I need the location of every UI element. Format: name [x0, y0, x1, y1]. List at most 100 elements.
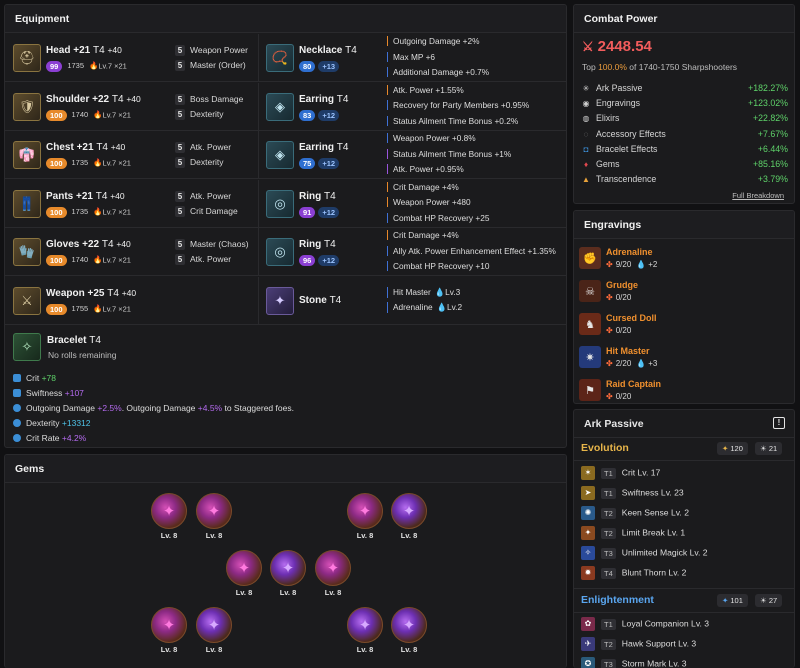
gloves-armor-icon[interactable]: 🧤: [13, 238, 41, 266]
cooldown-gem-icon: ✦: [347, 607, 383, 643]
item-advanced-honing: +40: [110, 190, 125, 201]
ring-icon[interactable]: ◎: [266, 238, 294, 266]
effect-text: Ally Atk. Power Enhancement Effect +1.35…: [393, 245, 556, 256]
ring-icon[interactable]: ◎: [266, 189, 294, 218]
accessory-earring[interactable]: ◈ Earring T4 75 +12 Weapon Power +0.8% Status…: [259, 131, 566, 179]
engraving-raid-captain[interactable]: ⚑ Raid Captain ✤ 0/20: [579, 376, 789, 403]
earring-icon[interactable]: ◈: [266, 141, 294, 169]
engraving-level: ✤ 9/20 💧 +2: [606, 260, 657, 269]
bracelet-icon[interactable]: ✧: [13, 333, 41, 361]
elixir-mod-label: Atk. Power: [190, 190, 232, 201]
cp-row-value: +6.44%: [757, 143, 788, 154]
armor-pants[interactable]: 👖 Pants +21 T4 +40 100 1735 🔥Lv.7 ×21 5 Atk. P…: [5, 179, 259, 228]
ark-node[interactable]: ➤ T1 Swiftness Lv. 23: [581, 486, 787, 504]
reroll-icon: [13, 404, 21, 412]
gem[interactable]: ✦ Lv. 8: [149, 607, 189, 655]
ark-node[interactable]: ✦ T2 Limit Break Lv. 1: [581, 526, 787, 544]
accessory-name: Ring T4: [299, 191, 336, 202]
earring-icon[interactable]: ◈: [266, 92, 294, 121]
quality-badge: 96: [299, 255, 316, 266]
chest-armor-icon[interactable]: 👘: [13, 141, 41, 169]
armor-shoulder[interactable]: 🛡 Shoulder +22 T4 +40 100 1740 🔥Lv.7 ×21 5 Bos…: [5, 82, 259, 131]
gem[interactable]: ✦ Lv. 8: [194, 607, 234, 655]
full-breakdown-link[interactable]: Full Breakdown: [732, 191, 784, 200]
gem[interactable]: ✦ Lv. 8: [389, 607, 429, 655]
ark-node-icon: ✿: [581, 617, 595, 631]
quality-badge: 100: [46, 158, 67, 169]
gem[interactable]: ✦ Lv. 8: [389, 493, 429, 541]
damage-gem-icon: ✦: [347, 493, 383, 529]
cp-row-value: +7.67%: [757, 128, 788, 139]
accessory-effect: Combat HP Recovery +10: [387, 261, 566, 271]
armor-chest[interactable]: 👘 Chest +21 T4 +40 100 1735 🔥Lv.7 ×21 5 Atk. P…: [5, 131, 259, 179]
stat-value: +13312: [61, 418, 91, 428]
engravings-icon: ◉: [582, 99, 590, 109]
ark-node-text: Loyal Companion Lv. 3: [621, 618, 710, 629]
armor-head[interactable]: ⛑ Head +21 T4 +40 99 1735 🔥Lv.7 ×21 5 Weapon P…: [5, 34, 259, 82]
shoulder-armor-icon[interactable]: 🛡: [13, 92, 41, 121]
engraving-grudge[interactable]: ☠ Grudge ✤ 0/20: [579, 277, 789, 309]
ark-node[interactable]: ✪ T3 Storm Mark Lv. 3: [581, 657, 787, 668]
effect-text: Crit Damage +4%: [393, 230, 459, 240]
accessory-tier: T4: [329, 294, 342, 306]
ark-node[interactable]: ✿ T1 Loyal Companion Lv. 3: [581, 617, 787, 635]
elixir-mod-level: 5: [175, 205, 185, 217]
gem[interactable]: ✦ Lv. 8: [345, 607, 385, 655]
engraving-cursed-doll[interactable]: ♞ Cursed Doll ✤ 0/20: [579, 310, 789, 342]
equipment-title: Equipment: [5, 5, 566, 33]
ark-node[interactable]: ✹ T4 Blunt Thorn Lv. 2: [581, 566, 787, 584]
engravings-title: Engravings: [574, 211, 794, 239]
ark-node[interactable]: ✺ T2 Keen Sense Lv. 2: [581, 506, 787, 524]
hit-master-icon: ✷: [579, 346, 601, 368]
pants-armor-icon[interactable]: 👖: [13, 189, 41, 218]
head-armor-icon[interactable]: ⛑: [13, 44, 41, 72]
quality-badge: 100: [46, 255, 67, 266]
gem[interactable]: ✦ Lv. 8: [268, 550, 308, 598]
elixir-mod-level: 5: [175, 157, 185, 168]
warning-icon[interactable]: !: [773, 417, 785, 429]
evolution-points: ✦ 120: [717, 442, 748, 455]
accessory-meta: 80 +13: [299, 61, 340, 72]
ark-node[interactable]: ✧ T3 Unlimited Magick Lv. 2: [581, 546, 787, 564]
sun-icon: ☀: [760, 444, 769, 453]
accessory-necklace[interactable]: 📿 Necklace T4 80 +13 Outgoing Damage +2% Max …: [259, 34, 566, 82]
gem[interactable]: ✦ Lv. 8: [313, 550, 353, 598]
engraving-progress: 0/20: [615, 326, 632, 335]
stone-icon[interactable]: ✦: [266, 286, 294, 315]
accessory-tier: T4: [336, 93, 349, 105]
necklace-icon[interactable]: 📿: [266, 44, 294, 72]
evolution-level: ☀ 21: [755, 442, 783, 455]
accessory-earring[interactable]: ◈ Earring T4 83 +12 Atk. Power +1.55% Recover…: [259, 83, 566, 131]
accessory-stone[interactable]: ✦ Stone T4 Hit Master 💧Lv.3 Adrenaline 💧Lv.2: [259, 277, 566, 325]
engraving-name: Cursed Doll: [606, 313, 657, 323]
accessory-name: Necklace T4: [299, 45, 357, 56]
bracelet-stat: Dexterity +13312: [13, 418, 91, 428]
gem[interactable]: ✦ Lv. 8: [149, 493, 189, 541]
ark-node-tier: T1: [601, 487, 616, 499]
engraving-adrenaline[interactable]: ✊ Adrenaline ✤ 9/20 💧 +2: [579, 244, 789, 276]
stat-value: +78: [41, 373, 57, 383]
gems-icon: ♦: [583, 160, 589, 169]
rank-suffix: of 1740-1750 Sharpshooters: [626, 62, 738, 72]
gem-level: Lv. 8: [235, 588, 253, 597]
ark-node[interactable]: ✈ T2 Hawk Support Lv. 3: [581, 637, 787, 655]
armor-gloves[interactable]: 🧤 Gloves +22 T4 +40 100 1740 🔥Lv.7 ×21 5 Maste…: [5, 228, 259, 276]
engraving-hit-master[interactable]: ✷ Hit Master ✤ 2/20 💧 +3: [579, 343, 789, 375]
ark-passive-title-text: Ark Passive: [584, 418, 644, 430]
gem-level: Lv. 8: [205, 531, 223, 540]
effect-text: Combat HP Recovery +10: [393, 261, 490, 271]
gem-level: Lv. 8: [400, 531, 418, 540]
ark-node[interactable]: ✶ T1 Crit Lv. 17: [581, 466, 787, 484]
gem[interactable]: ✦ Lv. 8: [194, 493, 234, 541]
quality-badge: 99: [46, 61, 63, 72]
engraving-name: Grudge: [606, 280, 639, 290]
ark-passive-title: Ark Passive: [574, 410, 794, 438]
armor-weapon[interactable]: ⚔ Weapon +25 T4 +40 100 1755 🔥Lv.7 ×21: [5, 276, 259, 325]
gem[interactable]: ✦ Lv. 8: [345, 493, 385, 541]
accessory-ring[interactable]: ◎ Ring T4 91 +12 Crit Damage +4% Weapon Power…: [259, 180, 566, 228]
elixir-level: Lv.7 ×21: [102, 109, 131, 119]
weapon-armor-icon[interactable]: ⚔: [13, 286, 41, 315]
accessory-ring[interactable]: ◎ Ring T4 96 +12 Crit Damage +4% Ally Atk. Po…: [259, 228, 566, 276]
accessory-effect: Atk. Power +1.55%: [387, 84, 566, 95]
gem[interactable]: ✦ Lv. 8: [224, 550, 264, 598]
